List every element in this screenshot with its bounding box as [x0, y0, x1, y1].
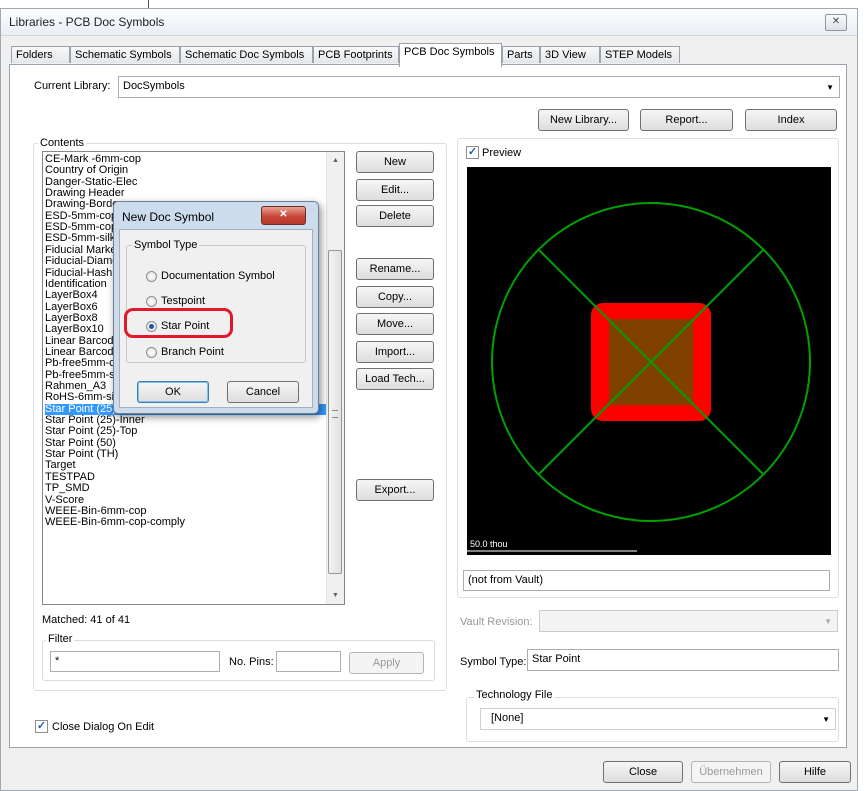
close-button[interactable]: Close: [603, 761, 683, 783]
checkmark-icon: ✓: [36, 720, 47, 732]
list-item[interactable]: Danger-Static-Elec: [45, 176, 327, 188]
index-button[interactable]: Index: [745, 109, 837, 131]
load-tech-button[interactable]: Load Tech...: [356, 368, 434, 390]
list-item[interactable]: TP_SMD: [45, 483, 327, 494]
matched-count: Matched: 41 of 41: [42, 614, 131, 626]
checkmark-icon: ✓: [467, 146, 478, 158]
export-button[interactable]: Export...: [356, 479, 434, 501]
technology-file-select[interactable]: [None] ▼: [480, 708, 836, 730]
dialog-title: New Doc Symbol: [122, 210, 215, 224]
symbol-type-label: Symbol Type:: [460, 656, 527, 668]
chevron-down-icon: ▼: [824, 617, 832, 626]
list-scrollbar[interactable]: ▲ ▼: [326, 152, 344, 604]
dialog-close-button[interactable]: ✕: [261, 206, 306, 225]
scroll-grip-icon: [332, 410, 338, 418]
technology-file-label: Technology File: [474, 689, 555, 701]
scroll-down-arrow-icon[interactable]: ▼: [327, 587, 344, 604]
list-item[interactable]: V-Score: [45, 494, 327, 506]
vault-revision-label: Vault Revision:: [460, 616, 533, 628]
close-on-edit-label: Close Dialog On Edit: [52, 721, 155, 733]
list-item[interactable]: WEEE-Bin-6mm-cop-comply: [45, 517, 327, 528]
list-item[interactable]: TESTPAD: [45, 471, 327, 483]
apply-button[interactable]: Übernehmen: [691, 761, 771, 783]
move-button[interactable]: Move...: [356, 313, 434, 335]
no-pins-input[interactable]: [276, 651, 341, 672]
close-icon: ✕: [831, 16, 841, 27]
scroll-up-arrow-icon[interactable]: ▲: [327, 152, 344, 169]
highlight-ring: [124, 308, 233, 338]
help-button[interactable]: Hilfe: [779, 761, 851, 783]
star-point-symbol: [467, 202, 811, 552]
radio-documentation-symbol[interactable]: [146, 271, 157, 282]
current-library-select[interactable]: DocSymbols ▼: [118, 76, 840, 98]
tab-parts[interactable]: Parts: [502, 46, 540, 63]
tab-pcb-doc-symbols[interactable]: PCB Doc Symbols: [399, 43, 502, 67]
list-item[interactable]: Target: [45, 460, 327, 471]
dialog-ok-button[interactable]: OK: [137, 381, 209, 403]
tab-folders[interactable]: Folders: [11, 46, 70, 63]
tab-step-models[interactable]: STEP Models: [600, 46, 680, 63]
radio-branch-point[interactable]: [146, 347, 157, 358]
new-button[interactable]: New: [356, 151, 434, 173]
tab-3d-view[interactable]: 3D View: [540, 46, 600, 63]
edit-button[interactable]: Edit...: [356, 179, 434, 201]
filter-input[interactable]: *: [50, 651, 220, 672]
symbol-type-field[interactable]: Star Point: [527, 649, 839, 671]
chevron-down-icon: ▼: [826, 83, 834, 92]
preview-label: Preview: [482, 147, 522, 159]
symbol-type-group-label: Symbol Type: [132, 239, 200, 251]
radio-testpoint[interactable]: [146, 296, 157, 307]
apply-filter-button[interactable]: Apply: [349, 652, 424, 674]
scale-label: 50.0 thou: [470, 539, 508, 549]
import-button[interactable]: Import...: [356, 341, 434, 363]
contents-label: Contents: [38, 137, 87, 149]
chevron-down-icon: ▼: [822, 715, 830, 724]
title-bar: Libraries - PCB Doc Symbols ✕: [1, 9, 857, 36]
rename-button[interactable]: Rename...: [356, 258, 434, 280]
close-icon: ✕: [279, 209, 288, 220]
copy-button[interactable]: Copy...: [356, 286, 434, 308]
no-pins-label: No. Pins:: [229, 656, 274, 668]
list-item[interactable]: Star Point (25)-Inner: [45, 415, 327, 426]
tab-pcb-footprints[interactable]: PCB Footprints: [313, 46, 399, 63]
option-documentation-symbol[interactable]: Documentation Symbol: [161, 270, 275, 282]
cursor-mark: [148, 0, 149, 8]
close-on-edit-checkbox[interactable]: ✓: [35, 720, 48, 733]
list-item[interactable]: Drawing Header: [45, 188, 327, 199]
option-testpoint[interactable]: Testpoint: [161, 295, 205, 307]
window-close-button[interactable]: ✕: [825, 14, 847, 31]
window-title: Libraries - PCB Doc Symbols: [9, 15, 165, 29]
list-item[interactable]: WEEE-Bin-6mm-cop: [45, 505, 327, 517]
tab-schematic-symbols[interactable]: Schematic Symbols: [70, 46, 180, 63]
list-item[interactable]: Country of Origin: [45, 165, 327, 176]
preview-checkbox[interactable]: ✓: [466, 146, 479, 159]
current-library-label: Current Library:: [34, 80, 111, 92]
list-item[interactable]: CE-Mark -6mm-cop: [45, 154, 327, 165]
tab-schematic-doc-symbols[interactable]: Schematic Doc Symbols: [180, 46, 313, 63]
symbol-preview-canvas[interactable]: 50.0 thou: [467, 167, 831, 555]
dialog-cancel-button[interactable]: Cancel: [227, 381, 299, 403]
vault-status-field: (not from Vault): [463, 570, 830, 591]
new-library-button[interactable]: New Library...: [538, 109, 629, 131]
vault-revision-select[interactable]: ▼: [539, 610, 838, 632]
delete-button[interactable]: Delete: [356, 205, 434, 227]
list-item[interactable]: Star Point (50): [45, 437, 327, 449]
list-item[interactable]: Star Point (TH): [45, 449, 327, 460]
option-branch-point[interactable]: Branch Point: [161, 346, 224, 358]
list-item[interactable]: Star Point (25)-Top: [45, 426, 327, 437]
report-button[interactable]: Report...: [640, 109, 733, 131]
filter-label: Filter: [46, 633, 75, 645]
